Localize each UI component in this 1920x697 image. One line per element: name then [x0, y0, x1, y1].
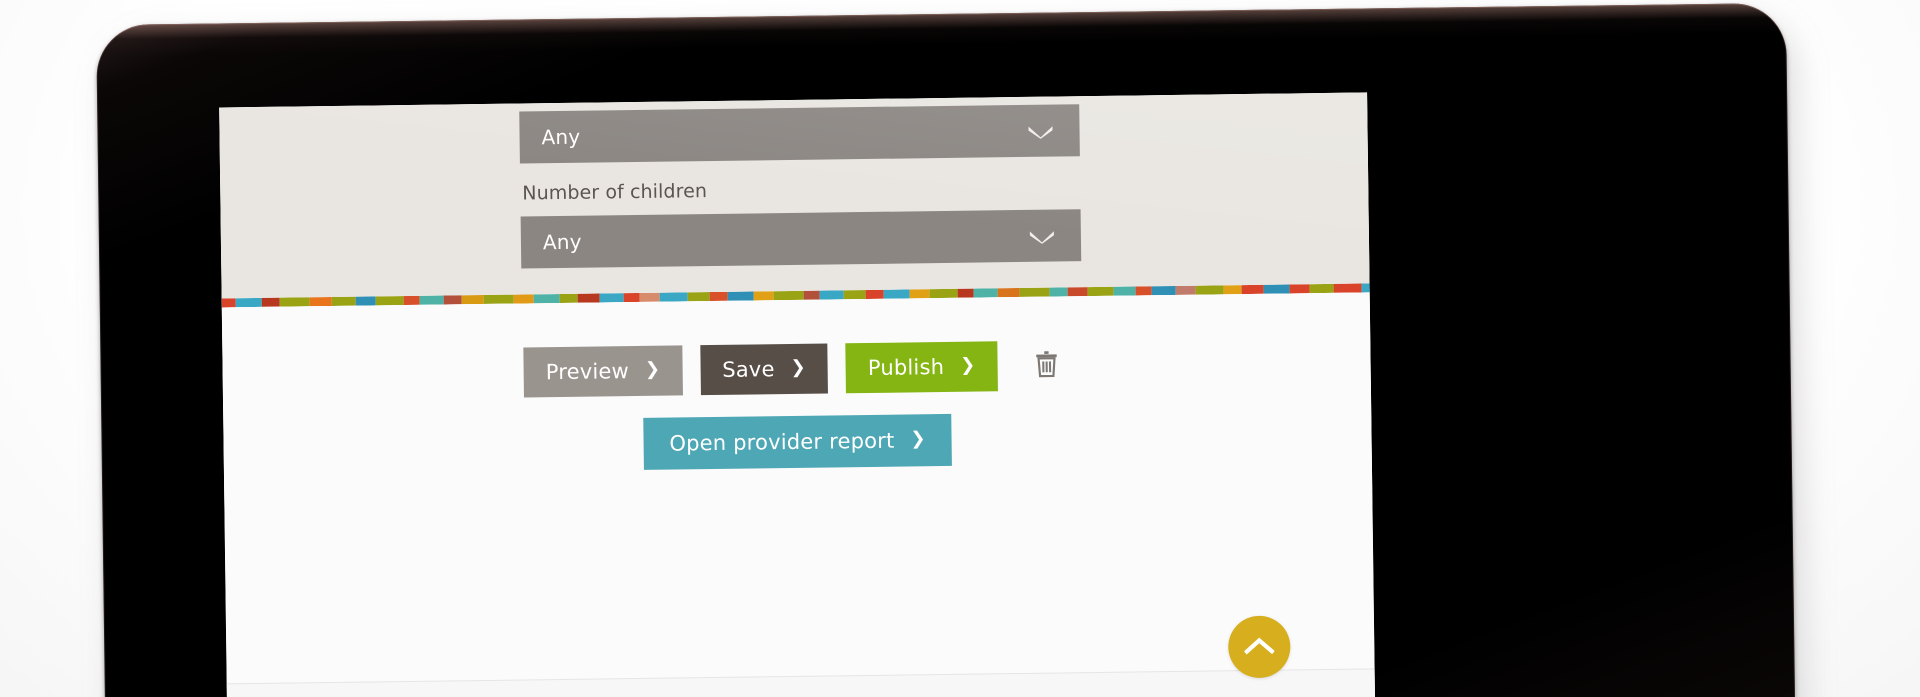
mosaic-tile — [577, 293, 600, 303]
open-provider-report-label: Open provider report — [669, 428, 895, 456]
chevron-right-icon: ❯ — [790, 356, 807, 378]
mosaic-tile — [513, 293, 534, 304]
chevron-right-icon: ❯ — [644, 358, 661, 380]
mosaic-tile — [1067, 286, 1088, 297]
mosaic-tile — [279, 296, 310, 307]
mosaic-tile — [659, 291, 688, 302]
mosaic-tile — [461, 294, 484, 304]
mosaic-tile — [623, 292, 640, 302]
mosaic-tile — [909, 288, 930, 299]
mosaic-tile — [533, 293, 560, 303]
publish-button-label: Publish — [867, 354, 945, 380]
tablet-device: Any Number of children Any Preview ❯ Sav… — [96, 2, 1806, 697]
mosaic-tile — [709, 291, 728, 301]
mosaic-tile — [1175, 285, 1196, 295]
save-button[interactable]: Save ❯ — [699, 343, 829, 395]
mosaic-tile — [957, 288, 974, 298]
mosaic-tile — [819, 289, 844, 300]
mosaic-tile — [483, 294, 514, 304]
filter-label-number-of-children: Number of children — [522, 180, 708, 205]
chevron-down-icon — [1029, 229, 1055, 244]
mosaic-tile — [443, 294, 462, 305]
mosaic-tile — [419, 295, 444, 305]
publish-button[interactable]: Publish ❯ — [845, 340, 998, 393]
save-button-label: Save — [722, 356, 775, 382]
mosaic-tile — [1195, 284, 1224, 295]
mosaic-tile — [1333, 283, 1362, 293]
delete-button[interactable] — [1023, 340, 1070, 391]
mosaic-tile — [599, 292, 624, 303]
mosaic-tile — [235, 297, 262, 307]
mosaic-tile — [1151, 285, 1176, 295]
mosaic-tile — [997, 287, 1020, 297]
mosaic-tile — [1361, 283, 1370, 293]
mosaic-tile — [1087, 286, 1114, 296]
web-page: Any Number of children Any Preview ❯ Sav… — [219, 92, 1376, 697]
action-area: Preview ❯ Save ❯ Publish ❯ Open provider… — [221, 292, 1373, 506]
mosaic-tile — [1113, 286, 1136, 296]
mosaic-tile — [1135, 285, 1152, 296]
mosaic-tile — [687, 291, 710, 301]
filter-field-group-2: Number of children Any — [514, 174, 1082, 269]
filter-select-1[interactable]: Any — [519, 104, 1080, 164]
secondary-action-row: Open provider report ❯ — [223, 408, 1372, 475]
mosaic-tile — [843, 289, 866, 299]
mosaic-tile — [309, 296, 332, 306]
mosaic-tile — [403, 295, 420, 305]
filter-field-group-1: Any — [513, 104, 1080, 164]
preview-button[interactable]: Preview ❯ — [523, 345, 683, 398]
search-filters-panel: Any Number of children Any — [219, 92, 1370, 299]
filter-select-1-value: Any — [541, 124, 581, 150]
mosaic-tile — [1241, 284, 1264, 294]
open-provider-report-button[interactable]: Open provider report ❯ — [643, 413, 953, 470]
site-footer: About ESSA Privacy Policy Terms and Cond… — [226, 668, 1376, 697]
mosaic-tile — [1309, 283, 1334, 293]
mosaic-tile — [331, 296, 356, 306]
mosaic-tile — [1289, 283, 1310, 294]
mosaic-tile — [803, 290, 820, 300]
mosaic-tile — [1223, 284, 1242, 294]
filter-select-number-of-children[interactable]: Any — [520, 208, 1082, 269]
mosaic-tile — [559, 293, 578, 303]
mosaic-tile — [929, 288, 958, 298]
chevron-right-icon: ❯ — [910, 427, 926, 450]
mosaic-tile — [639, 292, 660, 302]
preview-button-label: Preview — [545, 358, 630, 384]
mosaic-tile — [355, 296, 376, 306]
photo-scene: Any Number of children Any Preview ❯ Sav… — [0, 0, 1920, 697]
mosaic-tile — [1049, 287, 1068, 297]
primary-action-row: Preview ❯ Save ❯ Publish ❯ — [222, 336, 1371, 401]
mosaic-tile — [753, 290, 774, 301]
chevron-up-icon — [1243, 635, 1275, 658]
chevron-right-icon: ❯ — [959, 354, 976, 376]
trash-icon — [1033, 350, 1059, 381]
mosaic-tile — [221, 297, 236, 308]
chevron-down-icon — [1027, 124, 1053, 139]
mosaic-tile — [883, 289, 910, 299]
mosaic-tile — [865, 289, 884, 299]
mosaic-tile — [375, 295, 404, 306]
tablet-screen: Any Number of children Any Preview ❯ Sav… — [219, 92, 1376, 697]
mosaic-tile — [773, 290, 804, 300]
mosaic-tile — [727, 291, 754, 301]
filter-select-2-value: Any — [542, 229, 582, 254]
mosaic-tile — [261, 297, 280, 307]
mosaic-tile — [1263, 284, 1290, 294]
mosaic-tile — [1019, 287, 1050, 297]
mosaic-tile — [973, 287, 998, 298]
